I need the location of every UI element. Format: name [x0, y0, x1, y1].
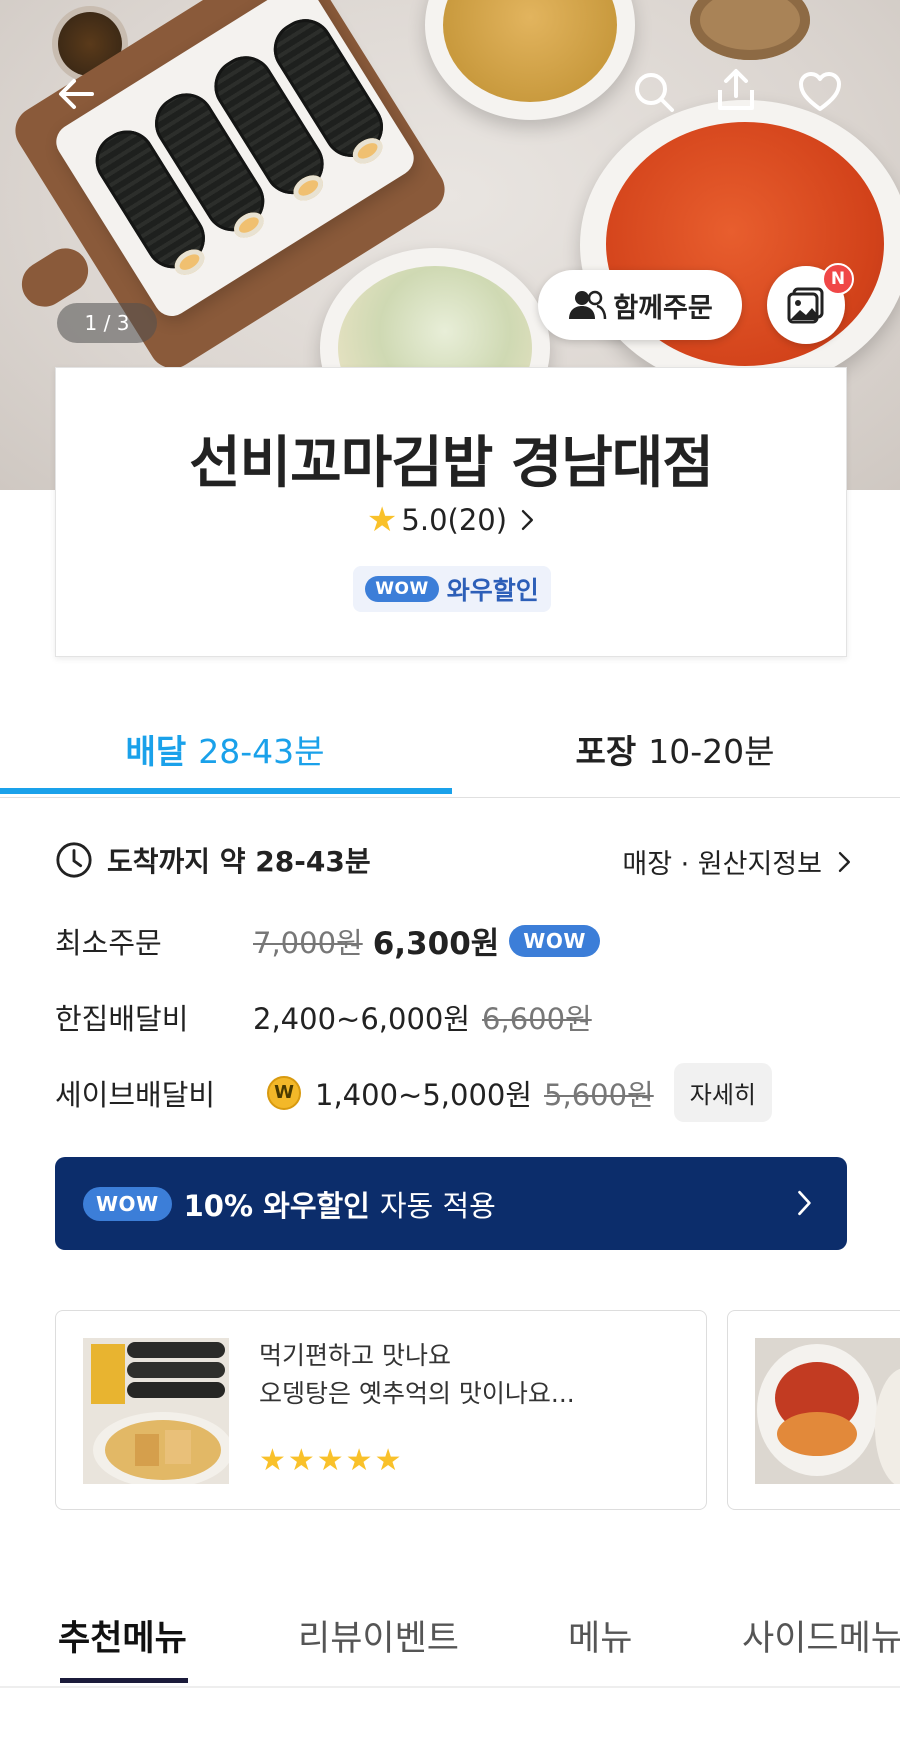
tab-delivery-label: 배달: [125, 732, 187, 771]
review-line: 오뎅탕은 옛추억의 맛이나요...: [259, 1379, 575, 1408]
review-photo: [83, 1338, 229, 1484]
wow-discount-banner[interactable]: WOW 10% 와우할인 자동 적용: [55, 1157, 847, 1250]
share-button[interactable]: [708, 62, 764, 118]
store-info-label: 매장 · 원산지정보: [622, 849, 822, 880]
store-info-link[interactable]: 매장 · 원산지정보: [622, 842, 852, 881]
min-order-original: 7,000원: [253, 925, 363, 960]
tab-review-event[interactable]: 리뷰이벤트: [298, 1610, 459, 1661]
banner-text: 자동 적용: [379, 1188, 496, 1223]
search-button[interactable]: [626, 64, 682, 120]
together-order-button[interactable]: 함께주문: [538, 270, 742, 340]
favorite-button[interactable]: [792, 64, 848, 120]
review-photo: [755, 1338, 900, 1484]
single-delivery-original: 6,600원: [482, 1002, 592, 1036]
wow-discount-badge: WOW 와우할인: [353, 566, 551, 612]
saver-delivery-original: 5,600원: [544, 1077, 654, 1112]
arrival-time: 도착까지 약 28-43분: [55, 840, 371, 880]
single-delivery-label: 한집배달비: [55, 1002, 189, 1036]
photo-icon: [787, 287, 824, 324]
tab-pickup[interactable]: 포장 10-20분: [450, 700, 900, 798]
heart-icon: [799, 72, 841, 111]
star-icon: ★: [366, 500, 398, 540]
together-order-label: 함께주문: [613, 292, 713, 324]
detail-button[interactable]: 자세히: [673, 1063, 772, 1122]
review-card[interactable]: 먹기편하고 맛나요 오뎅탕은 옛추억의 맛이나요... ★★★★★: [55, 1310, 707, 1510]
new-badge: N: [822, 263, 854, 295]
banner-highlight: 10% 와우할인: [183, 1188, 370, 1223]
food-photo-decor: [690, 0, 810, 60]
review-card[interactable]: [727, 1310, 900, 1510]
store-info-card: 선비꼬마김밥 경남대점 ★ 5.0(20) WOW 와우할인: [55, 367, 847, 657]
back-button[interactable]: [48, 66, 104, 122]
food-photo-decor: [425, 0, 635, 120]
delivery-tabs: 배달 28-43분 포장 10-20분: [0, 700, 900, 798]
tab-underline: [0, 788, 452, 794]
min-order-price: 6,300원: [372, 926, 500, 962]
wow-tag: WOW: [509, 924, 600, 957]
min-order-label: 최소주문: [55, 925, 162, 960]
chevron-right-icon: [798, 1190, 811, 1216]
share-icon: [718, 69, 754, 110]
rating-value: 5.0(20): [401, 503, 508, 537]
review-stars: ★★★★★: [259, 1443, 404, 1478]
wow-tag: WOW: [365, 576, 439, 602]
review-line: 먹기편하고 맛나요: [259, 1341, 451, 1370]
review-photo-image: [755, 1338, 900, 1484]
min-order-row: 최소주문 7,000원 6,300원 WOW: [55, 918, 600, 963]
rating-link[interactable]: ★ 5.0(20): [56, 503, 846, 537]
search-icon: [635, 73, 674, 112]
tab-pickup-time: 10-20분: [648, 732, 775, 771]
single-delivery-price: 2,400~6,000원: [253, 1002, 471, 1036]
saver-delivery-price: 1,400~5,000원: [315, 1077, 533, 1112]
arrival-label: 도착까지 약 28-43분: [107, 845, 371, 878]
tab-menu[interactable]: 메뉴: [568, 1610, 632, 1661]
coin-icon: W: [267, 1075, 301, 1110]
tab-pickup-label: 포장: [575, 732, 637, 771]
tab-delivery-time: 28-43분: [198, 732, 325, 771]
tab-side-menu[interactable]: 사이드메뉴: [742, 1610, 900, 1661]
single-delivery-row: 한집배달비 2,400~6,000원 6,600원: [55, 996, 602, 1038]
chevron-right-icon: [521, 510, 534, 530]
menu-tab-underline: [60, 1678, 188, 1683]
saver-delivery-label: 세이브배달비: [55, 1077, 216, 1112]
food-photo-decor: [580, 100, 900, 390]
food-photo-decor: [443, 0, 617, 102]
review-text: 먹기편하고 맛나요 오뎅탕은 옛추억의 맛이나요...: [259, 1337, 575, 1413]
image-counter: 1 / 3: [57, 303, 157, 343]
menu-tabs: 추천메뉴 리뷰이벤트 메뉴 사이드메뉴: [0, 1590, 900, 1688]
chevron-right-icon: [838, 851, 850, 872]
tab-recommended[interactable]: 추천메뉴: [58, 1610, 187, 1661]
review-photo-image: [83, 1338, 229, 1484]
clock-icon: [56, 842, 92, 878]
wow-discount-label: 와우할인: [446, 576, 539, 605]
store-name: 선비꼬마김밥 경남대점: [189, 431, 714, 496]
saver-delivery-row: 세이브배달비 W 1,400~5,000원 5,600원 자세히: [55, 1063, 772, 1122]
people-icon: [569, 290, 607, 320]
wow-tag: WOW: [83, 1186, 172, 1221]
tab-delivery[interactable]: 배달 28-43분: [0, 700, 450, 798]
arrow-left-icon: [59, 79, 94, 109]
